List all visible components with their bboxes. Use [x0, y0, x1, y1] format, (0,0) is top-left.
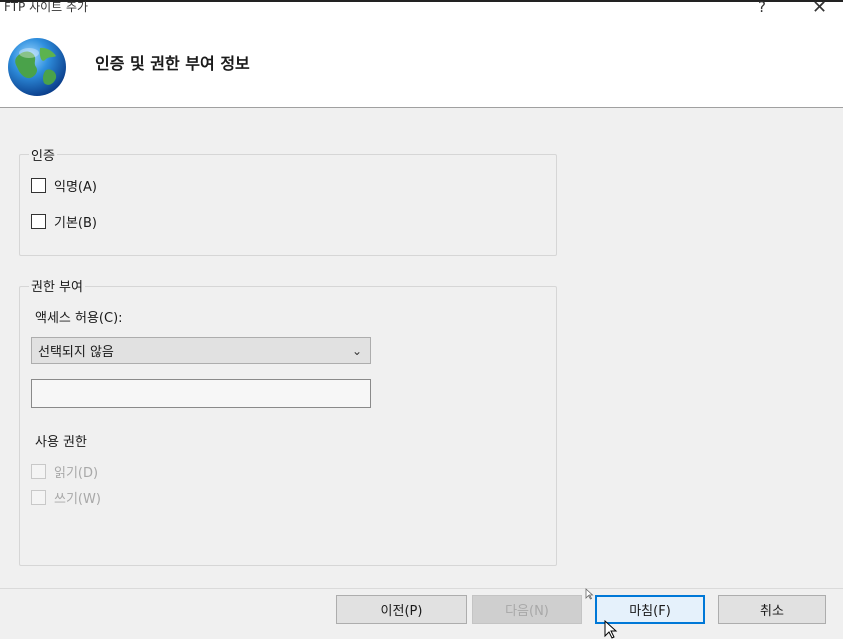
- access-dropdown-value: 선택되지 않음: [38, 345, 114, 360]
- title-bar-edge: [0, 0, 843, 2]
- write-checkbox[interactable]: [31, 490, 46, 505]
- access-label: 액세스 허용(C):: [35, 311, 123, 326]
- title-bar: FTP 사이트 추가 ? ✕: [0, 0, 843, 18]
- write-checkbox-row[interactable]: 쓰기(W): [31, 488, 101, 507]
- anonymous-label[interactable]: 익명(A): [54, 176, 97, 195]
- mouse-pointer-shadow-icon: [585, 588, 594, 600]
- basic-label[interactable]: 기본(B): [54, 212, 97, 231]
- next-button[interactable]: 다음(N): [472, 595, 582, 624]
- access-detail-input[interactable]: [31, 379, 371, 408]
- authentication-group: [19, 154, 557, 256]
- page-title: 인증 및 권한 부여 정보: [95, 54, 250, 73]
- chevron-down-icon[interactable]: ⌄: [344, 344, 370, 358]
- globe-icon: [8, 38, 66, 96]
- close-button[interactable]: ✕: [812, 0, 827, 18]
- read-label[interactable]: 읽기(D): [54, 462, 98, 481]
- authorization-legend: 권한 부여: [29, 276, 85, 295]
- previous-button[interactable]: 이전(P): [336, 595, 467, 624]
- mouse-pointer-icon: [604, 620, 618, 639]
- window-title: FTP 사이트 추가: [4, 0, 89, 14]
- permissions-label: 사용 권한: [35, 435, 87, 450]
- write-label[interactable]: 쓰기(W): [54, 488, 101, 507]
- access-dropdown[interactable]: 선택되지 않음 ⌄: [31, 337, 371, 364]
- anonymous-checkbox[interactable]: [31, 178, 46, 193]
- read-checkbox-row[interactable]: 읽기(D): [31, 462, 98, 481]
- read-checkbox[interactable]: [31, 464, 46, 479]
- help-button[interactable]: ?: [758, 0, 766, 16]
- authorization-group: [19, 286, 557, 566]
- footer-divider: [0, 588, 843, 589]
- anonymous-checkbox-row[interactable]: 익명(A): [31, 176, 97, 195]
- basic-checkbox-row[interactable]: 기본(B): [31, 212, 97, 231]
- wizard-header: 인증 및 권한 부여 정보: [0, 18, 843, 108]
- basic-checkbox[interactable]: [31, 214, 46, 229]
- cancel-button[interactable]: 취소: [718, 595, 826, 624]
- authentication-legend: 인증: [29, 145, 57, 164]
